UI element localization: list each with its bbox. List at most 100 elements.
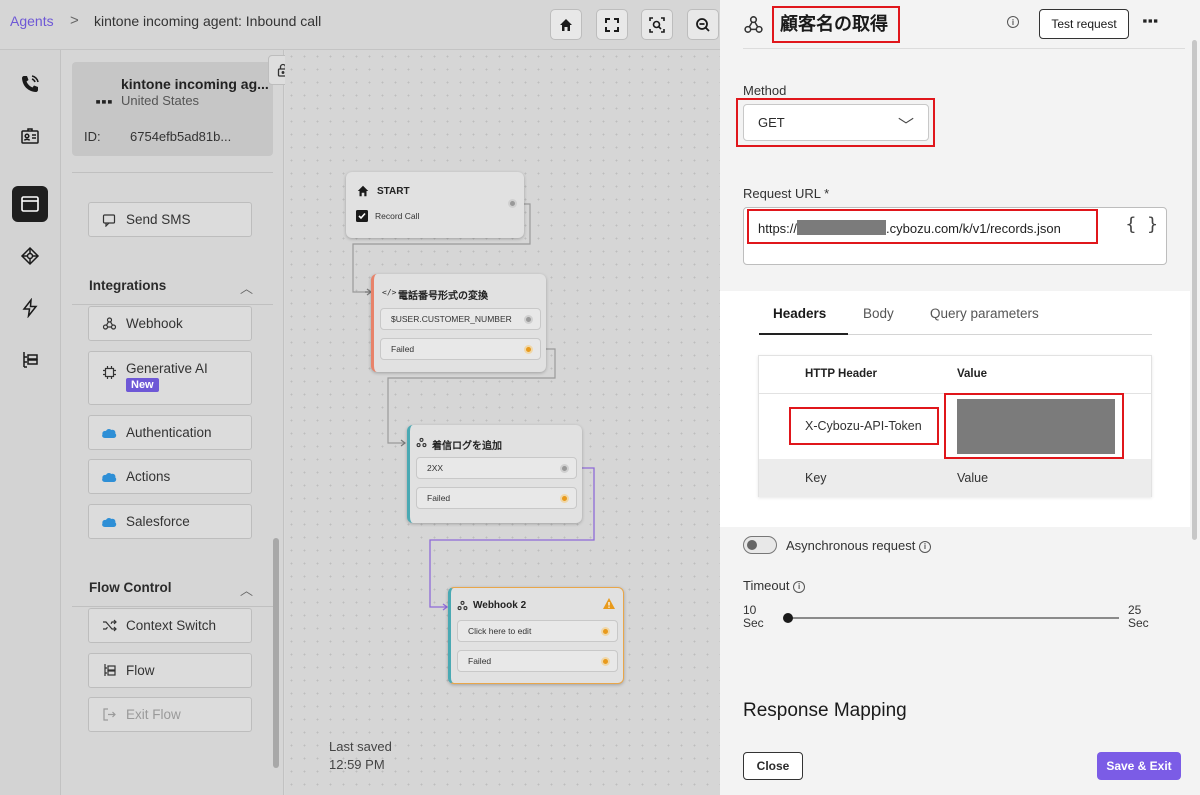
- node-row[interactable]: $USER.CUSTOMER_NUMBER: [380, 308, 541, 330]
- tab-query-parameters[interactable]: Query parameters: [930, 306, 1039, 321]
- add-log-node[interactable]: 着信ログを追加 2XX Failed: [407, 425, 582, 523]
- node-output-port[interactable]: [524, 345, 533, 354]
- timeout-max-value: 25: [1128, 603, 1142, 617]
- rail-calls[interactable]: [12, 66, 48, 102]
- drawer-title[interactable]: 顧客名の取得: [780, 10, 888, 36]
- webhook-icon: [457, 600, 468, 611]
- request-url-label: Request URL *: [743, 186, 830, 201]
- generative-ai-button[interactable]: Generative AI New: [88, 351, 252, 405]
- node-row[interactable]: Failed: [457, 650, 618, 672]
- info-icon[interactable]: i: [1007, 16, 1019, 28]
- webhook-icon: [101, 316, 117, 332]
- more-vertical-icon[interactable]: ⋮: [92, 92, 114, 112]
- column-http-header: HTTP Header: [805, 368, 878, 380]
- node-row-label: 2XX: [427, 463, 444, 473]
- node-output-port[interactable]: [560, 464, 569, 473]
- variable-braces-icon[interactable]: { }: [1125, 214, 1158, 235]
- exit-flow-button[interactable]: Exit Flow: [88, 697, 252, 732]
- node-output-port[interactable]: [508, 199, 517, 208]
- flow-button[interactable]: Flow: [88, 653, 252, 688]
- node-output-port[interactable]: [524, 315, 533, 324]
- phone-icon: [22, 75, 39, 92]
- timeout-min-label: 10 Sec: [743, 604, 764, 630]
- top-bar: Agents > kintone incoming agent: Inbound…: [0, 0, 720, 50]
- sms-icon: [101, 212, 117, 228]
- send-sms-button[interactable]: Send SMS: [88, 202, 252, 237]
- key-placeholder[interactable]: Key: [805, 471, 827, 485]
- tab-body[interactable]: Body: [863, 306, 894, 321]
- code-icon: </>: [382, 288, 397, 297]
- webhook-label: Webhook: [126, 316, 183, 331]
- salesforce-button[interactable]: Salesforce: [88, 504, 252, 539]
- chevron-up-icon[interactable]: ︿: [240, 580, 253, 599]
- timeout-text: Timeout: [743, 578, 790, 593]
- authentication-button[interactable]: Authentication: [88, 415, 252, 450]
- panel-scrollbar[interactable]: [273, 538, 279, 768]
- column-value: Value: [957, 368, 988, 380]
- close-button[interactable]: Close: [743, 752, 803, 780]
- timeout-slider-track[interactable]: [788, 617, 1119, 619]
- tab-headers[interactable]: Headers: [773, 306, 826, 321]
- integrations-section-title: Integrations: [89, 278, 167, 293]
- agent-card: ⋮ kintone incoming ag... United States I…: [72, 62, 273, 156]
- async-request-toggle[interactable]: [743, 536, 777, 554]
- node-output-port[interactable]: [601, 627, 610, 636]
- test-request-button[interactable]: Test request: [1039, 9, 1129, 39]
- url-prefix: https://: [758, 221, 798, 236]
- value-placeholder[interactable]: Value: [957, 471, 988, 485]
- zoom-out-button[interactable]: [687, 9, 719, 40]
- info-icon[interactable]: i: [793, 580, 806, 593]
- rail-builder[interactable]: [12, 186, 48, 222]
- info-icon[interactable]: i: [918, 540, 931, 553]
- node-row[interactable]: Failed: [380, 338, 541, 360]
- webhook2-node[interactable]: Webhook 2 Click here to edit Failed: [448, 587, 624, 684]
- drawer-scrollbar[interactable]: [1192, 40, 1197, 540]
- more-vertical-icon[interactable]: ⋮: [1140, 12, 1160, 30]
- rail-integrations[interactable]: [12, 238, 48, 274]
- rail-flows[interactable]: [12, 342, 48, 378]
- request-url-input[interactable]: https:// .cybozu.com/k/v1/records.json { …: [743, 207, 1167, 265]
- exit-icon: [101, 707, 117, 723]
- expand-icon: [605, 17, 619, 32]
- convert-node[interactable]: </> 電話番号形式の変換 $USER.CUSTOMER_NUMBER Fail…: [371, 274, 546, 372]
- redacted-token-value[interactable]: [957, 399, 1115, 454]
- checkbox-checked-icon[interactable]: [356, 210, 368, 222]
- timeout-min-unit: Sec: [743, 616, 764, 630]
- breadcrumb-separator: >: [70, 12, 79, 29]
- breadcrumb-agents-link[interactable]: Agents: [10, 13, 54, 29]
- node-row[interactable]: Click here to edit: [457, 620, 618, 642]
- node-output-port[interactable]: [560, 494, 569, 503]
- tree-list-icon: [23, 352, 38, 368]
- method-select[interactable]: GET ﹀: [743, 104, 929, 141]
- exit-flow-label: Exit Flow: [126, 707, 181, 722]
- timeout-slider-handle[interactable]: [783, 613, 793, 623]
- node-row-label: Failed: [468, 656, 492, 666]
- fullscreen-button[interactable]: [596, 9, 628, 40]
- table-row-empty[interactable]: Key Value: [759, 459, 1151, 497]
- icon-rail: [0, 50, 61, 795]
- context-switch-button[interactable]: Context Switch: [88, 608, 252, 643]
- webhook-button[interactable]: Webhook: [88, 306, 252, 341]
- salesforce-label: Salesforce: [126, 514, 190, 529]
- node-row[interactable]: Failed: [416, 487, 577, 509]
- last-saved-time: 12:59 PM: [329, 757, 385, 772]
- divider: [72, 606, 273, 607]
- home-icon: [560, 18, 572, 31]
- chevron-down-icon: ﹀: [897, 118, 914, 135]
- node-output-port[interactable]: [601, 657, 610, 666]
- active-tab-indicator: [759, 333, 848, 335]
- chevron-up-icon[interactable]: ︿: [240, 278, 253, 297]
- zoom-fit-button[interactable]: [641, 9, 673, 40]
- last-saved: Last saved 12:59 PM: [329, 738, 392, 774]
- start-node[interactable]: START Record Call: [346, 172, 524, 238]
- rail-contacts[interactable]: [12, 118, 48, 154]
- actions-button[interactable]: Actions: [88, 459, 252, 494]
- rail-automations[interactable]: [12, 290, 48, 326]
- node-row-label: $USER.CUSTOMER_NUMBER: [391, 314, 512, 324]
- node-row[interactable]: 2XX: [416, 457, 577, 479]
- home-button[interactable]: [550, 9, 582, 40]
- node-row-label: Failed: [391, 344, 415, 354]
- save-exit-button[interactable]: Save & Exit: [1097, 752, 1181, 780]
- header-key-cell[interactable]: X-Cybozu-API-Token: [805, 419, 922, 433]
- flow-canvas[interactable]: START Record Call </> 電話番号形式の変換 $USER.CU…: [285, 50, 720, 795]
